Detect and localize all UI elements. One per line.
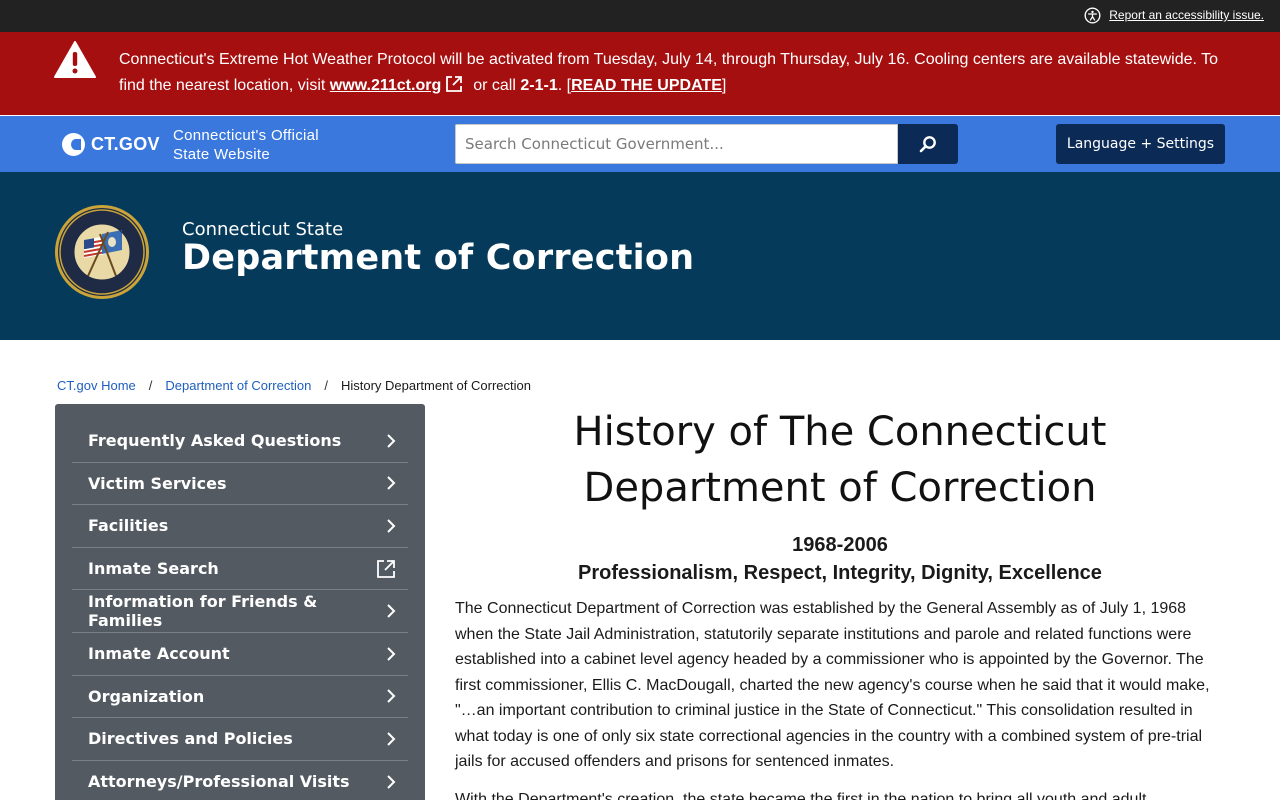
sidebar-item-facilities[interactable]: Facilities: [72, 505, 408, 548]
accessibility-report-label: Report an accessibility issue.: [1109, 8, 1264, 22]
agency-header: Connecticut State Department of Correcti…: [0, 172, 1280, 340]
chevron-right-icon: [387, 476, 396, 491]
alert-message: Connecticut's Extreme Hot Weather Protoc…: [119, 47, 1229, 99]
chevron-right-icon: [387, 519, 396, 533]
breadcrumb-home-link[interactable]: CT.gov Home: [57, 378, 136, 393]
sidebar-item-label: Inmate Account: [88, 644, 230, 664]
accessibility-report-link[interactable]: Report an accessibility issue.: [1084, 5, 1264, 25]
alert-close-bracket: ]: [721, 77, 727, 94]
ctgov-logo-icon: [62, 133, 85, 156]
alert-211-link[interactable]: www.211ct.org: [330, 77, 441, 94]
search-input[interactable]: [455, 124, 898, 164]
history-years: 1968-2006: [792, 534, 888, 556]
sidebar-item-label: Facilities: [88, 516, 169, 536]
sidebar-item-label: Victim Services: [88, 473, 227, 493]
breadcrumb-separator: /: [148, 378, 153, 393]
alert-text-after: . [: [557, 77, 572, 94]
tagline-line-1: Connecticut's Official: [173, 127, 319, 144]
language-settings-button[interactable]: Language + Settings: [1056, 124, 1225, 164]
ctgov-logo[interactable]: CT.GOV: [62, 133, 160, 156]
sidebar-item-attorneys-visits[interactable]: Attorneys/Professional Visits: [72, 761, 408, 800]
sidebar-item-inmate-account[interactable]: Inmate Account: [72, 633, 408, 676]
sidebar-item-directives-policies[interactable]: Directives and Policies: [72, 718, 408, 761]
sidebar-item-organization[interactable]: Organization: [72, 676, 408, 719]
chevron-right-icon: [387, 434, 396, 448]
ctgov-wordmark: CT.GOV: [91, 134, 160, 154]
breadcrumb-agency-link[interactable]: Department of Correction: [165, 378, 311, 393]
alert-phone: 2-1-1: [520, 77, 558, 94]
sidebar-item-faq[interactable]: Frequently Asked Questions: [72, 420, 408, 463]
warning-icon: [54, 41, 96, 78]
page-title: History of The Connecticut Department of…: [573, 409, 1107, 511]
alert-text-mid: or call: [473, 77, 521, 94]
breadcrumb-separator: /: [324, 378, 328, 393]
sidebar-nav: Frequently Asked Questions Victim Servic…: [55, 404, 425, 800]
ctgov-header: CT.GOV Connecticut's Official State Webs…: [0, 116, 1280, 172]
ctgov-tagline: Connecticut's Official State Website: [173, 126, 319, 164]
sidebar-item-label: Information for Friends & Families: [88, 592, 318, 631]
chevron-right-icon: [387, 774, 396, 789]
sidebar-item-label: Organization: [88, 686, 205, 706]
sidebar-item-inmate-search[interactable]: Inmate Search: [72, 548, 408, 591]
sidebar-item-label: Directives and Policies: [88, 729, 293, 749]
chevron-right-icon: [387, 689, 396, 704]
sidebar-item-label: Frequently Asked Questions: [88, 431, 342, 451]
chevron-right-icon: [387, 604, 396, 618]
sidebar-item-friends-families[interactable]: Information for Friends & Families: [72, 590, 408, 633]
search-button[interactable]: [898, 124, 958, 164]
history-paragraph-1: The Connecticut Department of Correction…: [455, 600, 1210, 770]
utility-bar: Report an accessibility issue.: [0, 0, 1280, 32]
agency-subtitle: Connecticut State: [182, 219, 344, 240]
accessibility-icon: [1084, 7, 1101, 23]
core-values: Professionalism, Respect, Integrity, Dig…: [578, 562, 1102, 584]
history-paragraph-2: With the Department's creation, the stat…: [455, 790, 1147, 800]
read-update-link[interactable]: READ THE UPDATE: [571, 77, 722, 94]
sidebar-item-victim-services[interactable]: Victim Services: [72, 463, 408, 506]
agency-title[interactable]: Department of Correction: [182, 238, 694, 278]
search-icon: [919, 136, 936, 153]
doc-seal-logo: [55, 205, 149, 299]
tagline-line-2: State Website: [173, 146, 271, 163]
breadcrumb: CT.gov Home / Department of Correction /…: [57, 378, 531, 393]
external-link-icon: [377, 559, 395, 578]
sidebar-item-label: Inmate Search: [88, 559, 219, 579]
chevron-right-icon: [387, 732, 396, 746]
chevron-right-icon: [387, 647, 396, 661]
external-link-icon: [446, 76, 463, 92]
weather-alert-banner: Connecticut's Extreme Hot Weather Protoc…: [0, 32, 1280, 115]
sidebar-item-label: Attorneys/Professional Visits: [88, 772, 350, 792]
main-content: History of The Connecticut Department of…: [455, 404, 1225, 800]
breadcrumb-current: History Department of Correction: [340, 378, 531, 393]
